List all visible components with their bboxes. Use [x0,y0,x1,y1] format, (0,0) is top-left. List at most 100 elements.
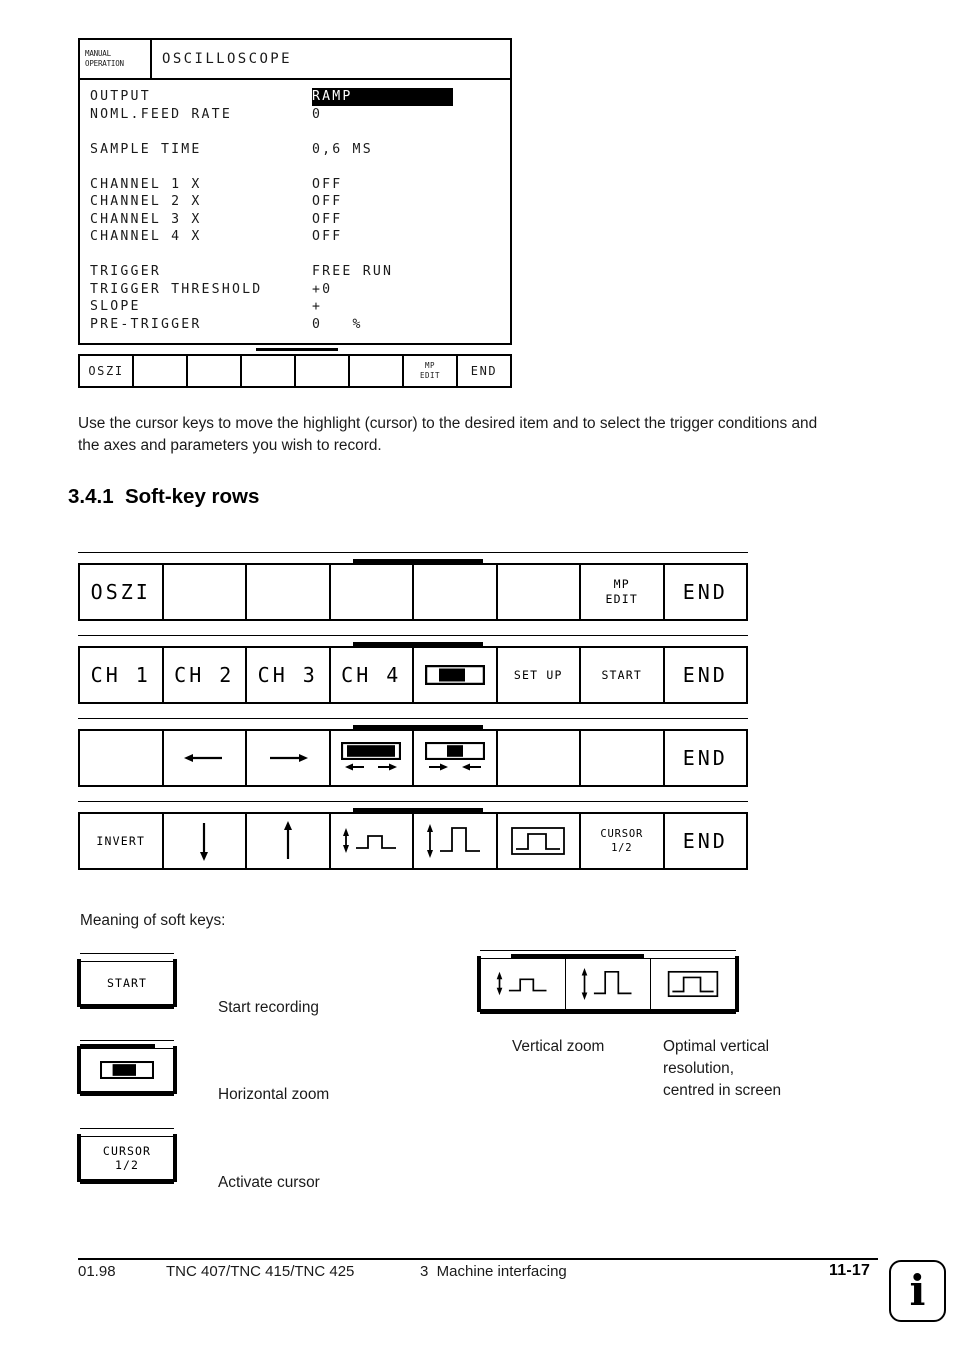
tnc-softkey-blank[interactable] [350,356,404,386]
tnc-param-label: CHANNEL 2 X [90,194,202,209]
softkey-row-1: OSZI MP EDIT END [78,552,748,621]
tnc-param-row[interactable]: TRIGGER THRESHOLD +0 [90,281,510,299]
softkey-zoom-contract-horizontal[interactable] [414,731,498,785]
tnc-param-row[interactable]: TRIGGER FREE RUN [90,263,510,281]
legend-key-cursor[interactable]: CURSOR 1/2 [77,1128,177,1184]
tnc-param-row[interactable]: NOML.FEED RATE 0 [90,106,510,124]
footer-chapter: 3 Machine interfacing [420,1263,567,1280]
legend-caption-optimal-line1: Optimal vertical [663,1038,770,1055]
legend-key-pulse-shrink[interactable] [481,959,566,1009]
softkey-blank[interactable] [80,731,164,785]
tnc-softkey-blank[interactable] [188,356,242,386]
softkey-row-2: CH 1 CH 2 CH 3 CH 4 SET UP START END [78,635,748,704]
tnc-param-row[interactable]: SLOPE + [90,298,510,316]
page-heading: 3.4.1 Soft-key rows [68,485,260,508]
arrows-inward-icon [428,763,481,771]
softkey-start[interactable]: START [581,648,665,702]
softkey-blank[interactable] [164,565,247,619]
tnc-softkey-mp-edit[interactable]: MP EDIT [404,356,458,386]
softkey-blank[interactable] [498,731,581,785]
legend-key-start-bottom [80,1005,174,1009]
softkey-end[interactable]: END [665,731,747,785]
softkey-move-left[interactable] [164,731,247,785]
softkey-pulse-shrink[interactable] [331,814,414,868]
tnc-param-row[interactable]: CHANNEL 4 X OFF [90,228,510,246]
tnc-param-row[interactable]: CHANNEL 3 X OFF [90,211,510,229]
softkey-blank[interactable] [247,565,331,619]
legend-key-horizontal-zoom[interactable] [77,1040,177,1096]
tnc-param-label: OUTPUT [90,89,151,104]
softkey-oszi[interactable]: OSZI [80,565,164,619]
tnc-softkey-blank[interactable] [296,356,350,386]
legend-key-start[interactable]: START [77,953,177,1009]
softkey-invert[interactable]: INVERT [80,814,164,868]
softkey-end[interactable]: END [665,648,747,702]
softkey-ch2[interactable]: CH 2 [164,648,247,702]
softkey-mp-edit-line2: EDIT [605,592,638,606]
legend-caption-optimal-resolution: Optimal vertical resolution, centred in … [663,1036,853,1102]
legend-key-pulse-grow[interactable] [566,959,651,1009]
softkey-mp-edit[interactable]: MP EDIT [581,565,665,619]
narrow-bar-icon [424,742,485,760]
tnc-param-row[interactable]: CHANNEL 1 X OFF [90,176,510,194]
legend-key-pulse-fit[interactable] [651,959,735,1009]
tnc-param-value: 0 % [312,316,363,332]
softkey-blank[interactable] [414,565,498,619]
tnc-param-row[interactable]: SAMPLE TIME 0,6 MS [90,141,510,159]
softkey-move-up[interactable] [247,814,331,868]
softkey-pulse-fit[interactable] [498,814,581,868]
tnc-param-label: SAMPLE TIME [90,141,202,157]
footer-page-number: 11-17 [829,1262,871,1279]
legend-key-cursor-box[interactable]: CURSOR 1/2 [77,1134,177,1182]
softkey-pulse-grow[interactable] [414,814,498,868]
tnc-param-row[interactable]: PRE-TRIGGER 0 % [90,316,510,334]
softkey-row-1-keys: OSZI MP EDIT END [78,563,748,621]
tnc-softkey-oszi[interactable]: OSZI [80,356,134,386]
softkey-ch4[interactable]: CH 4 [331,648,414,702]
softkey-blank[interactable] [331,565,414,619]
softkey-horizontal-zoom[interactable] [414,648,498,702]
legend-group-vertical-zoom [477,950,739,1014]
tnc-param-value: OFF [312,211,343,227]
tnc-param-value: 0,6 MS [312,141,373,157]
tnc-softkey-end[interactable]: END [458,356,510,386]
tnc-param-row[interactable]: CHANNEL 2 X OFF [90,193,510,211]
pulse-grow-icon [581,968,632,1000]
tnc-softkey-blank[interactable] [134,356,188,386]
tnc-softkey-blank[interactable] [242,356,296,386]
wide-bar-icon [341,742,402,760]
tnc-softkey-bar: OSZI MP EDIT END [78,354,512,388]
legend-key-start-box[interactable]: START [77,959,177,1007]
pulse-fit-icon [667,970,719,998]
tnc-param-row[interactable]: OUTPUT RAMP [90,88,510,106]
softkey-row-1-rail [78,552,748,563]
softkey-move-right[interactable] [247,731,331,785]
horizontal-zoom-icon [424,665,485,685]
softkey-blank[interactable] [498,565,581,619]
legend-group-keys [477,956,739,1012]
pulse-grow-icon [426,824,480,858]
softkey-move-down[interactable] [164,814,247,868]
zoom-contract-horizontal-icon [424,742,485,774]
legend-key-hzoom-box[interactable] [77,1046,177,1094]
softkey-row-4-keys: INVERT CURSOR 1/2 END [78,812,748,870]
pulse-shrink-icon [343,828,397,853]
tnc-param-label: TRIGGER [90,264,161,279]
softkey-ch3[interactable]: CH 3 [247,648,331,702]
legend-caption-optimal-line3: centred in screen [663,1082,782,1099]
footer-date: 01.98 [78,1263,116,1280]
pulse-fit-icon [511,827,566,855]
tnc-titlebar: MANUAL OPERATION OSCILLOSCOPE [80,40,510,80]
softkey-zoom-expand-horizontal[interactable] [331,731,414,785]
softkey-cursor[interactable]: CURSOR 1/2 [581,814,665,868]
softkey-end[interactable]: END [665,565,747,619]
tnc-screen-panel: MANUAL OPERATION OSCILLOSCOPE OUTPUT RAM… [78,38,512,388]
softkey-end[interactable]: END [665,814,747,868]
info-icon: i [909,1266,926,1315]
softkey-row-3: END [78,718,748,787]
legend-key-cursor-bottom [80,1180,174,1184]
tnc-softkey-mp-edit-line1: MP [424,361,436,370]
softkey-set-up[interactable]: SET UP [498,648,581,702]
softkey-ch1[interactable]: CH 1 [80,648,164,702]
softkey-blank[interactable] [581,731,665,785]
